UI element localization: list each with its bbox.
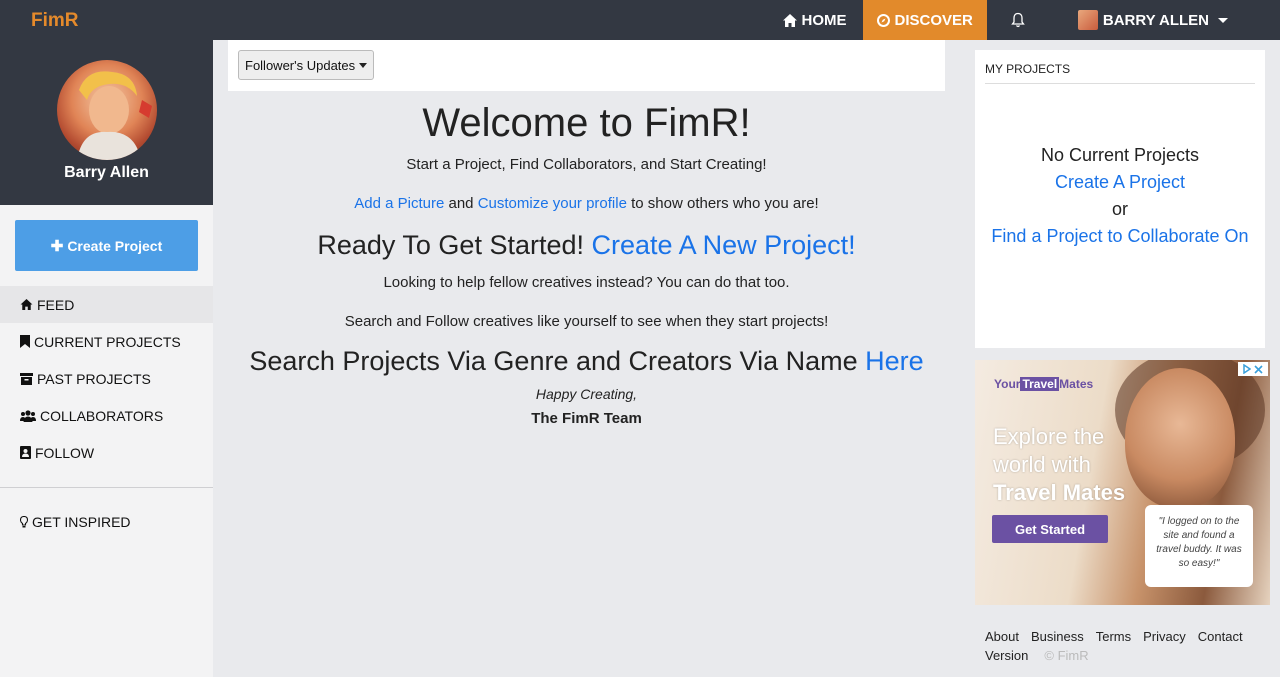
find-project-link[interactable]: Find a Project to Collaborate On — [991, 226, 1248, 246]
search-here-link[interactable]: Here — [865, 346, 924, 376]
sidebar-item-get-inspired[interactable]: GET INSPIRED — [20, 514, 131, 530]
footer-link-about[interactable]: About — [985, 629, 1019, 644]
profile-hint: Add a Picture and Customize your profile… — [228, 195, 945, 212]
nav-discover[interactable]: DISCOVER — [862, 0, 987, 40]
contact-icon — [20, 446, 31, 459]
sidebar-item-label: FOLLOW — [35, 444, 95, 461]
show-others-text: to show others who you are! — [631, 195, 819, 212]
get-inspired-label: GET INSPIRED — [32, 514, 131, 530]
copyright: © FimR — [1044, 648, 1089, 663]
sidebar-item-current-projects[interactable]: CURRENT PROJECTS — [0, 323, 213, 360]
close-icon — [1254, 364, 1263, 374]
nav-home[interactable]: HOME — [769, 0, 863, 40]
footer-link-contact[interactable]: Contact — [1198, 629, 1243, 644]
sidebar-item-label: FEED — [37, 296, 75, 313]
sidebar-item-label: PAST PROJECTS — [37, 370, 151, 387]
ready-text: Ready To Get Started! — [317, 230, 584, 260]
create-project-button[interactable]: ✚ Create Project — [15, 220, 198, 271]
search-follow-text: Search and Follow creatives like yoursel… — [344, 313, 829, 330]
compass-icon — [876, 13, 890, 27]
ad-logo: Your Travel Mates — [994, 377, 1093, 391]
sidebar-item-collaborators[interactable]: COLLABORATORS — [0, 397, 213, 434]
footer-link-terms[interactable]: Terms — [1096, 629, 1131, 644]
search-heading-text: Search Projects Via Genre and Creators V… — [249, 346, 858, 376]
chevron-down-icon — [359, 62, 368, 68]
my-projects-body: No Current Projects Create A Project or … — [975, 142, 1265, 250]
happy-creating: Happy Creating, — [535, 386, 638, 402]
ad-get-started-button[interactable]: Get Started — [992, 515, 1108, 543]
ad-line: world with — [993, 452, 1091, 477]
footer-link-business[interactable]: Business — [1031, 629, 1084, 644]
profile-name[interactable]: Barry Allen — [0, 164, 213, 182]
welcome-panel: Welcome to FimR! Start a Project, Find C… — [228, 96, 945, 427]
ad-headline: Explore the world with Travel Mates — [993, 423, 1125, 507]
footer: About Business Terms Privacy Contact Version… — [985, 627, 1275, 665]
sidebar-item-label: COLLABORATORS — [40, 407, 164, 424]
home-icon — [20, 299, 33, 310]
sidebar-divider — [0, 487, 213, 488]
sidebar-item-label: CURRENT PROJECTS — [34, 333, 181, 350]
avatar — [1077, 10, 1098, 30]
ready-heading: Ready To Get Started! Create A New Proje… — [228, 230, 945, 261]
sidebar-item-past-projects[interactable]: PAST PROJECTS — [0, 360, 213, 397]
top-nav: FimR HOME DISCOVER BARRY ALLEN — [0, 0, 1280, 40]
search-heading: Search Projects Via Genre and Creators V… — [228, 346, 945, 377]
my-projects-card: MY PROJECTS No Current Projects Create A… — [975, 50, 1265, 348]
customize-profile-link[interactable]: Customize your profile — [478, 195, 627, 212]
profile-avatar[interactable] — [57, 60, 157, 160]
or-text: or — [1111, 199, 1128, 219]
welcome-title: Welcome to FimR! — [422, 101, 751, 145]
help-text: Looking to help fellow creatives instead… — [383, 274, 790, 291]
and-text: and — [448, 195, 474, 212]
ad-logo-part: Travel — [1020, 377, 1060, 391]
advertisement[interactable]: Your Travel Mates Explore the world with T… — [975, 360, 1270, 605]
ad-quote: "I logged on to the site and found a tra… — [1145, 505, 1253, 587]
footer-link-version[interactable]: Version — [985, 648, 1028, 663]
lightbulb-icon — [20, 516, 28, 528]
sidebar-item-feed[interactable]: FEED — [0, 286, 213, 323]
profile-panel: Barry Allen — [0, 40, 213, 205]
sidebar-menu: FEED CURRENT PROJECTS PAST PROJECTS COLL… — [0, 286, 213, 471]
user-name: BARRY ALLEN — [1102, 11, 1209, 29]
my-projects-heading: MY PROJECTS — [985, 62, 1255, 84]
nav-home-label: HOME — [801, 11, 847, 29]
chevron-down-icon — [1218, 17, 1228, 23]
ad-line: Explore the — [993, 424, 1105, 449]
feed-filter-bar: Follower's Updates — [228, 40, 945, 91]
archive-icon — [20, 372, 33, 385]
sidebar-item-follow[interactable]: FOLLOW — [0, 434, 213, 471]
team-signature: The FimR Team — [531, 410, 642, 427]
add-picture-link[interactable]: Add a Picture — [354, 195, 444, 212]
ad-choices-icon[interactable] — [1238, 362, 1268, 376]
footer-link-privacy[interactable]: Privacy — [1143, 629, 1186, 644]
create-project-link[interactable]: Create A Project — [1055, 172, 1185, 192]
brand-logo[interactable]: FimR — [31, 10, 79, 32]
sidebar: Barry Allen ✚ Create Project FEED CURREN… — [0, 40, 213, 677]
ad-logo-part: Your — [994, 377, 1021, 391]
plus-icon: ✚ — [50, 237, 64, 255]
nav-menu: HOME DISCOVER BARRY ALLEN — [769, 0, 1280, 40]
bell-icon — [1011, 12, 1025, 28]
user-menu[interactable]: BARRY ALLEN — [1054, 0, 1280, 40]
ad-line-bold: Travel Mates — [993, 479, 1125, 507]
create-project-label: Create Project — [67, 237, 163, 254]
ad-photo — [1125, 368, 1235, 508]
welcome-subtitle: Start a Project, Find Collaborators, and… — [406, 156, 767, 173]
no-projects-text: No Current Projects — [1040, 145, 1200, 165]
bookmark-icon — [20, 335, 30, 348]
feed-filter-label: Follower's Updates — [245, 57, 356, 73]
ad-logo-part: Mates — [1059, 377, 1094, 391]
users-icon — [20, 409, 36, 422]
feed-filter-dropdown[interactable]: Follower's Updates — [238, 50, 375, 80]
ad-line-bold-text: Travel Mates — [993, 480, 1126, 505]
home-icon — [782, 13, 797, 27]
ad-info-icon — [1243, 364, 1251, 374]
avatar-illustration — [77, 71, 152, 160]
create-new-project-link[interactable]: Create A New Project! — [592, 230, 856, 260]
nav-discover-label: DISCOVER — [894, 11, 973, 29]
notifications-button[interactable] — [987, 0, 1054, 40]
